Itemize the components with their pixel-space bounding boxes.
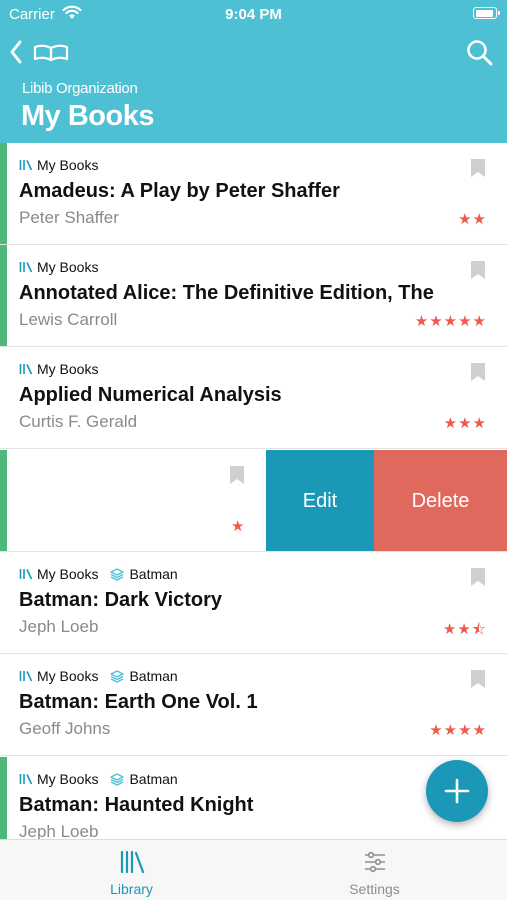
battery-icon — [473, 7, 500, 19]
book-title: Batman: Dark Victory — [19, 589, 223, 611]
layers-icon — [110, 567, 125, 581]
organization-name: Libib Organization — [22, 80, 138, 97]
tab-settings-label: Settings — [349, 881, 400, 897]
book-author: Jeph Loeb — [19, 617, 99, 636]
library-icon — [19, 671, 33, 682]
tab-library[interactable]: Library — [5, 840, 258, 901]
bookmark-icon[interactable] — [230, 466, 244, 484]
book-title: Amadeus: A Play by Peter Shaffer — [19, 180, 340, 202]
swiped-list-item[interactable]: ★ Edit Delete — [0, 450, 507, 552]
book-author: Lewis Carroll — [19, 310, 118, 329]
list-item[interactable]: My Books Batman Batman: Earth One Vol. 1… — [0, 654, 507, 756]
book-author: Curtis F. Gerald — [19, 412, 138, 431]
book-list[interactable]: My Books Amadeus: A Play by Peter Shaffe… — [0, 143, 507, 839]
item-meta: My Books Batman — [19, 668, 178, 684]
search-icon — [467, 40, 493, 66]
item-meta: My Books — [19, 361, 98, 377]
book-title: Batman: Earth One Vol. 1 — [19, 691, 258, 713]
open-book-icon — [33, 44, 69, 62]
item-meta: My Books — [19, 157, 98, 173]
accent-bar — [0, 757, 7, 839]
bookmark-icon[interactable] — [471, 261, 485, 279]
item-meta: My Books — [19, 259, 98, 275]
bookmark-icon[interactable] — [471, 670, 485, 688]
book-title: Batman: Haunted Knight — [19, 794, 254, 816]
accent-bar — [0, 143, 7, 244]
edit-button[interactable]: Edit — [266, 450, 374, 551]
book-author: Geoff Johns — [19, 719, 111, 738]
series-name: Batman — [129, 771, 178, 787]
star-rating: ★★★ — [443, 415, 487, 432]
star-rating: ★ — [231, 518, 246, 535]
list-item[interactable]: My Books Applied Numerical Analysis Curt… — [0, 347, 507, 449]
book-author: Jeph Loeb — [19, 822, 99, 839]
star-rating: ★★★★★ — [414, 313, 487, 330]
star-rating: ★★★★ — [429, 722, 487, 739]
accent-bar — [0, 450, 7, 551]
back-button[interactable] — [8, 38, 72, 68]
sliders-icon — [364, 851, 385, 873]
layers-icon — [110, 772, 125, 786]
library-name: My Books — [37, 361, 99, 377]
library-icon — [19, 569, 33, 580]
library-icon — [19, 262, 33, 273]
book-author: Peter Shaffer — [19, 208, 119, 227]
library-name: My Books — [37, 566, 99, 582]
tab-settings[interactable]: Settings — [248, 840, 501, 901]
layers-icon — [110, 669, 125, 683]
bookmark-icon[interactable] — [471, 159, 485, 177]
delete-button[interactable]: Delete — [374, 450, 507, 551]
library-icon — [19, 160, 33, 171]
accent-bar — [0, 245, 7, 346]
item-meta: My Books Batman — [19, 771, 178, 787]
library-icon — [120, 850, 144, 874]
library-icon — [19, 774, 33, 785]
book-title: Annotated Alice: The Definitive Edition,… — [19, 282, 434, 304]
list-item[interactable]: My Books Batman Batman: Dark Victory Jep… — [0, 552, 507, 654]
bookmark-icon[interactable] — [471, 568, 485, 586]
chevron-left-icon — [10, 40, 22, 64]
library-name: My Books — [37, 259, 99, 275]
bookmark-icon[interactable] — [471, 363, 485, 381]
series-name: Batman — [129, 566, 178, 582]
search-button[interactable] — [465, 38, 495, 68]
status-bar: Carrier 9:04 PM — [0, 0, 507, 30]
library-icon — [19, 364, 33, 375]
star-rating: ★★⯪ — [442, 621, 487, 638]
book-title: Applied Numerical Analysis — [19, 384, 282, 406]
tab-bar: Library Settings — [0, 839, 507, 900]
library-name: My Books — [37, 668, 99, 684]
page-title: My Books — [21, 100, 154, 132]
plus-icon — [444, 778, 470, 804]
item-meta: My Books Batman — [19, 566, 178, 582]
star-rating: ★★ — [458, 211, 487, 228]
list-item[interactable]: My Books Amadeus: A Play by Peter Shaffe… — [0, 143, 507, 245]
library-name: My Books — [37, 771, 99, 787]
series-name: Batman — [129, 668, 178, 684]
clock: 9:04 PM — [225, 6, 282, 23]
add-book-button[interactable] — [426, 760, 488, 822]
library-name: My Books — [37, 157, 99, 173]
list-item[interactable]: My Books Annotated Alice: The Definitive… — [0, 245, 507, 347]
nav-header: Carrier 9:04 PM Libib Organization My Bo… — [0, 0, 507, 143]
tab-library-label: Library — [110, 881, 153, 897]
